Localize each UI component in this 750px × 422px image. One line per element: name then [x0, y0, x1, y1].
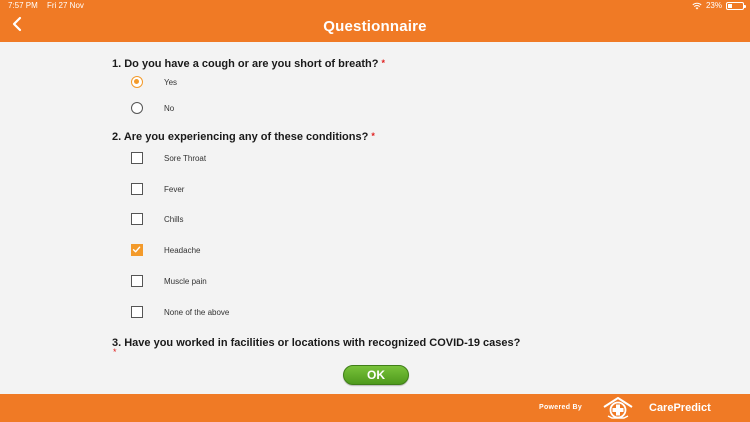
checkbox-chills[interactable]: [131, 213, 143, 225]
radio-button-yes[interactable]: [131, 76, 143, 88]
required-marker: *: [113, 347, 117, 357]
checkbox-headache[interactable]: [131, 244, 143, 256]
option-label: Headache: [164, 245, 201, 255]
status-time: 7:57 PM: [8, 1, 38, 10]
radio-option-no[interactable]: No: [131, 99, 174, 117]
page-title: Questionnaire: [323, 18, 427, 35]
checkbox-option-chills[interactable]: Chills: [131, 210, 184, 228]
powered-by-label: Powered By: [539, 404, 583, 411]
questionnaire-form[interactable]: 1. Do you have a cough or are you short …: [0, 42, 750, 394]
option-label: Muscle pain: [164, 276, 207, 286]
checkbox-option-sore-throat[interactable]: Sore Throat: [131, 149, 206, 167]
question-3: 3. Have you worked in facilities or loca…: [112, 337, 520, 349]
option-label: Fever: [164, 184, 185, 194]
option-label: Chills: [164, 214, 184, 224]
radio-option-yes[interactable]: Yes: [131, 73, 177, 91]
battery-percent: 23%: [705, 1, 722, 10]
checkbox-option-muscle-pain[interactable]: Muscle pain: [131, 272, 207, 290]
radio-button-no[interactable]: [131, 102, 143, 114]
checkbox-none-of-the-above[interactable]: [131, 306, 143, 318]
question-2-label: 2. Are you experiencing any of these con…: [112, 131, 369, 143]
wifi-icon: [692, 2, 702, 10]
status-indicators: 23%: [692, 1, 746, 10]
checkbox-option-headache[interactable]: Headache: [131, 241, 200, 259]
checkbox-muscle-pain[interactable]: [131, 275, 143, 287]
question-2: 2. Are you experiencing any of these con…: [112, 131, 375, 143]
footer-bar: Powered By CarePredict: [0, 394, 750, 422]
question-1: 1. Do you have a cough or are you short …: [112, 58, 385, 70]
ok-button[interactable]: OK: [343, 365, 409, 385]
option-label: None of the above: [164, 307, 230, 317]
status-date: Fri 27 Nov: [47, 1, 84, 10]
brand-name: CarePredict: [649, 402, 711, 414]
top-bar: 7:57 PM Fri 27 Nov 23% Questionnaire: [0, 0, 750, 42]
checkmark-icon: [132, 246, 141, 253]
checkbox-option-fever[interactable]: Fever: [131, 180, 184, 198]
option-label: Yes: [164, 77, 178, 87]
checkbox-fever[interactable]: [131, 183, 143, 195]
required-marker: *: [381, 58, 386, 68]
required-marker: *: [371, 131, 375, 141]
careprediect-logo-icon: [602, 396, 634, 420]
checkbox-sore-throat[interactable]: [131, 152, 143, 164]
question-1-label: 1. Do you have a cough or are you short …: [112, 58, 379, 70]
option-label: Sore Throat: [164, 153, 207, 163]
checkbox-option-none[interactable]: None of the above: [131, 303, 229, 321]
question-3-label: 3. Have you worked in facilities or loca…: [112, 337, 521, 349]
battery-icon: [726, 1, 746, 10]
option-label: No: [164, 103, 175, 113]
